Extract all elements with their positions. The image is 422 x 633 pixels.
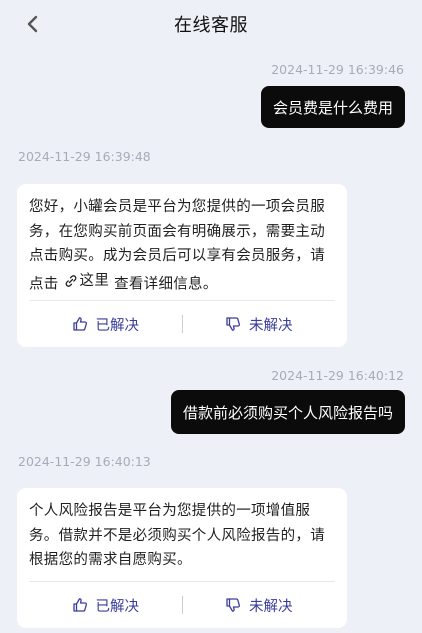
unresolved-label: 未解决 xyxy=(249,317,293,334)
message-timestamp: 2024-11-29 16:39:48 xyxy=(18,149,151,164)
resolved-label: 已解决 xyxy=(95,598,140,615)
message-timestamp: 2024-11-29 16:40:12 xyxy=(271,368,404,383)
feedback-bar: 已解决 未解决 xyxy=(29,300,335,347)
user-message-bubble: 会员费是什么费用 xyxy=(260,86,405,128)
link-icon xyxy=(65,274,76,287)
bot-message-text: 个人风险报告是平台为您提供的一项增值服务。借款并不是必须购买个人风险报告的，请根… xyxy=(29,503,325,568)
thumbs-up-icon xyxy=(72,316,88,332)
unresolved-button[interactable]: 未解决 xyxy=(183,314,336,335)
details-link[interactable]: 这里 xyxy=(64,269,110,294)
chevron-left-icon xyxy=(27,15,38,33)
user-message-text: 借款前必须购买个人风险报告吗 xyxy=(182,403,393,422)
unresolved-button[interactable]: 未解决 xyxy=(183,595,336,616)
bot-message-card: 您好，小罐会员是平台为您提供的一项会员服务，在您购买前页面会有明确展示，需要主动… xyxy=(17,184,347,347)
page-title: 在线客服 xyxy=(174,15,248,36)
bot-message-text: 您好，小罐会员是平台为您提供的一项会员服务，在您购买前页面会有明确展示，需要主动… xyxy=(29,199,325,294)
resolved-label: 已解决 xyxy=(95,317,140,334)
message-timestamp: 2024-11-29 16:39:46 xyxy=(271,62,404,77)
message-timestamp: 2024-11-29 16:40:13 xyxy=(18,454,151,469)
thumbs-down-icon xyxy=(225,597,241,613)
bot-message-card: 个人风险报告是平台为您提供的一项增值服务。借款并不是必须购买个人风险报告的，请根… xyxy=(17,488,347,628)
feedback-bar: 已解决 未解决 xyxy=(29,581,335,628)
unresolved-label: 未解决 xyxy=(249,598,293,615)
header: 在线客服 xyxy=(0,0,422,48)
thumbs-down-icon xyxy=(225,316,241,332)
back-button[interactable] xyxy=(18,12,46,36)
chat-screen: 在线客服 2024-11-29 16:39:46 会员费是什么费用 2024-1… xyxy=(0,0,422,633)
resolved-button[interactable]: 已解决 xyxy=(29,314,182,335)
thumbs-up-icon xyxy=(72,597,88,613)
user-message-bubble: 借款前必须购买个人风险报告吗 xyxy=(170,390,405,434)
user-message-text: 会员费是什么费用 xyxy=(272,98,393,117)
resolved-button[interactable]: 已解决 xyxy=(29,595,182,616)
